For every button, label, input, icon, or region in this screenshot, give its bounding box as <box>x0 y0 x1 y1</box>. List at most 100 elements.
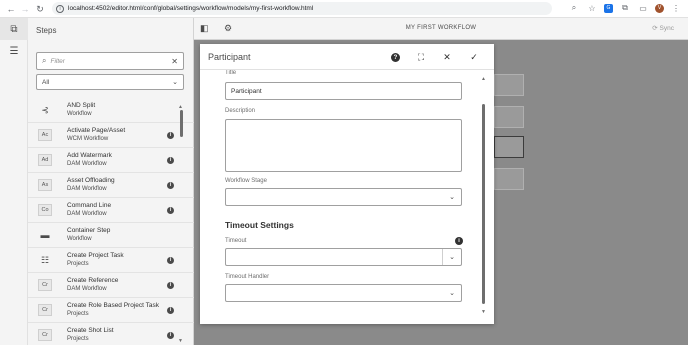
workflow-node[interactable] <box>494 168 524 190</box>
chevron-down-icon: ⌄ <box>449 254 455 261</box>
step-text: Command Line DAM Workflow <box>67 202 111 218</box>
step-badge-icon: Co <box>38 204 52 216</box>
step-badge-icon: As <box>38 179 52 191</box>
timeout-select[interactable]: ⌄ <box>225 248 462 266</box>
clear-filter-icon[interactable]: ✕ <box>171 57 178 66</box>
step-name: Create Role Based Project Task <box>67 302 160 309</box>
step-item[interactable]: Cr Create Reference DAM Workflow i <box>28 273 194 298</box>
timeout-handler-select[interactable]: ⌄ <box>225 284 462 302</box>
info-icon[interactable]: i <box>167 157 174 164</box>
extensions-puzzle-icon[interactable]: ⧉ <box>619 2 631 14</box>
done-check-icon[interactable]: ✓ <box>468 51 480 63</box>
step-name: Create Shot List <box>67 327 114 334</box>
timeout-settings-heading: Timeout Settings <box>225 220 294 230</box>
step-item[interactable]: ☷ Create Project Task Projects i <box>28 248 194 273</box>
step-item[interactable]: Ac Activate Page/Asset WCM Workflow i <box>28 123 194 148</box>
step-text: Activate Page/Asset WCM Workflow <box>67 127 125 143</box>
sidebar-toggle-icon[interactable]: ▭ <box>637 2 649 14</box>
filter-placeholder: Filter <box>50 57 65 65</box>
steps-scrollbar[interactable] <box>180 110 183 137</box>
step-category: Projects <box>67 311 89 317</box>
bookmark-star-icon[interactable]: ☆ <box>586 2 598 14</box>
info-icon[interactable]: i <box>167 307 174 314</box>
chevron-down-icon: ⌄ <box>172 79 178 86</box>
forward-icon[interactable]: → <box>18 2 32 16</box>
filter-input[interactable]: ⌕ Filter ✕ <box>36 52 184 70</box>
step-name: Asset Offloading <box>67 177 115 184</box>
step-category: Projects <box>67 336 89 342</box>
browser-toolbar: ← → ↻ i localhost:4502/editor.html/conf/… <box>0 0 688 18</box>
step-text: Create Reference DAM Workflow <box>67 277 118 293</box>
step-text: AND Split Workflow <box>67 102 95 118</box>
chevron-down-icon: ⌄ <box>449 290 455 297</box>
dialog-header: Participant ? ⛶ ✕ ✓ <box>200 44 494 70</box>
zoom-icon[interactable]: ⌕ <box>568 2 580 14</box>
step-badge-icon: Ad <box>38 154 52 166</box>
step-category: DAM Workflow <box>67 161 107 167</box>
sync-button[interactable]: ⟳ Sync <box>652 24 674 32</box>
help-icon[interactable]: ? <box>391 53 400 62</box>
step-text: Asset Offloading DAM Workflow <box>67 177 115 193</box>
step-item[interactable]: ▬ Container Step Workflow <box>28 223 194 248</box>
left-rail: ⧉ ☰ <box>0 18 28 345</box>
step-name: Activate Page/Asset <box>67 127 126 134</box>
workflow-stage-select[interactable]: ⌄ <box>225 188 462 206</box>
editor-toolbar: ◧ ⚙ MY FIRST WORKFLOW ⟳ Sync <box>194 18 688 40</box>
step-badge-icon: Cr <box>38 329 52 341</box>
step-item[interactable]: Ad Add Watermark DAM Workflow i <box>28 148 194 173</box>
list-rail-icon[interactable]: ☰ <box>0 40 28 62</box>
timeout-info-icon[interactable]: i <box>455 237 463 245</box>
timeout-handler-label: Timeout Handler <box>225 274 270 280</box>
step-item[interactable]: Cr Create Shot List Projects i <box>28 323 194 345</box>
step-category: Projects <box>67 261 89 267</box>
timeout-label: Timeout <box>225 238 247 244</box>
info-icon[interactable]: i <box>167 332 174 339</box>
fullscreen-icon[interactable]: ⛶ <box>415 51 427 63</box>
profile-avatar[interactable]: V <box>655 3 664 13</box>
extension-icon[interactable]: G <box>604 3 613 13</box>
step-text: Create Shot List Projects <box>67 327 114 343</box>
step-item[interactable]: Co Command Line DAM Workflow i <box>28 198 194 223</box>
dialog-scroll-up-icon[interactable]: ▲ <box>481 76 486 82</box>
workflow-node[interactable] <box>494 74 524 96</box>
dialog-body: Title Participant Description Workflow S… <box>200 70 480 324</box>
step-text: Add Watermark DAM Workflow <box>67 152 112 168</box>
step-item[interactable]: Cr Create Role Based Project Task Projects… <box>28 298 194 323</box>
info-icon[interactable]: i <box>167 282 174 289</box>
reload-icon[interactable]: ↻ <box>33 2 47 16</box>
step-category: Workflow <box>67 111 92 117</box>
step-item[interactable]: ⊰ AND Split Workflow <box>28 98 194 123</box>
steps-rail-icon[interactable]: ⧉ <box>0 18 28 40</box>
steps-title: Steps <box>36 26 57 35</box>
step-badge-icon: Cr <box>38 279 52 291</box>
workflow-title: MY FIRST WORKFLOW <box>405 25 477 31</box>
description-label: Description <box>225 108 256 114</box>
dialog-scroll-down-icon[interactable]: ▼ <box>481 309 486 315</box>
browser-menu-icon[interactable]: ⋮ <box>670 2 682 14</box>
participant-dialog: Participant ? ⛶ ✕ ✓ Title Participant De… <box>200 44 494 324</box>
site-info-icon[interactable]: i <box>56 4 64 13</box>
info-icon[interactable]: i <box>167 207 174 214</box>
close-icon[interactable]: ✕ <box>441 51 453 63</box>
dialog-scrollbar[interactable] <box>482 104 485 304</box>
step-category: DAM Workflow <box>67 211 107 217</box>
workflow-node[interactable] <box>494 136 524 158</box>
step-category: DAM Workflow <box>67 186 107 192</box>
workflow-node[interactable] <box>494 106 524 128</box>
info-icon[interactable]: i <box>167 182 174 189</box>
description-textarea[interactable] <box>225 119 462 172</box>
scroll-down-icon[interactable]: ▼ <box>178 338 183 344</box>
step-category: DAM Workflow <box>67 286 107 292</box>
step-badge-icon: Ac <box>38 129 52 141</box>
address-bar[interactable]: i localhost:4502/editor.html/conf/global… <box>52 2 552 15</box>
category-value: All <box>42 78 50 86</box>
info-icon[interactable]: i <box>167 257 174 264</box>
category-select[interactable]: All ⌄ <box>36 74 184 90</box>
chevron-down-icon: ⌄ <box>449 194 455 201</box>
info-icon[interactable]: i <box>167 132 174 139</box>
step-item[interactable]: As Asset Offloading DAM Workflow i <box>28 173 194 198</box>
step-category: Workflow <box>67 236 92 242</box>
title-field[interactable]: Participant <box>225 82 462 100</box>
back-icon[interactable]: ← <box>4 2 18 16</box>
workflow-stage-label: Workflow Stage <box>225 178 267 184</box>
